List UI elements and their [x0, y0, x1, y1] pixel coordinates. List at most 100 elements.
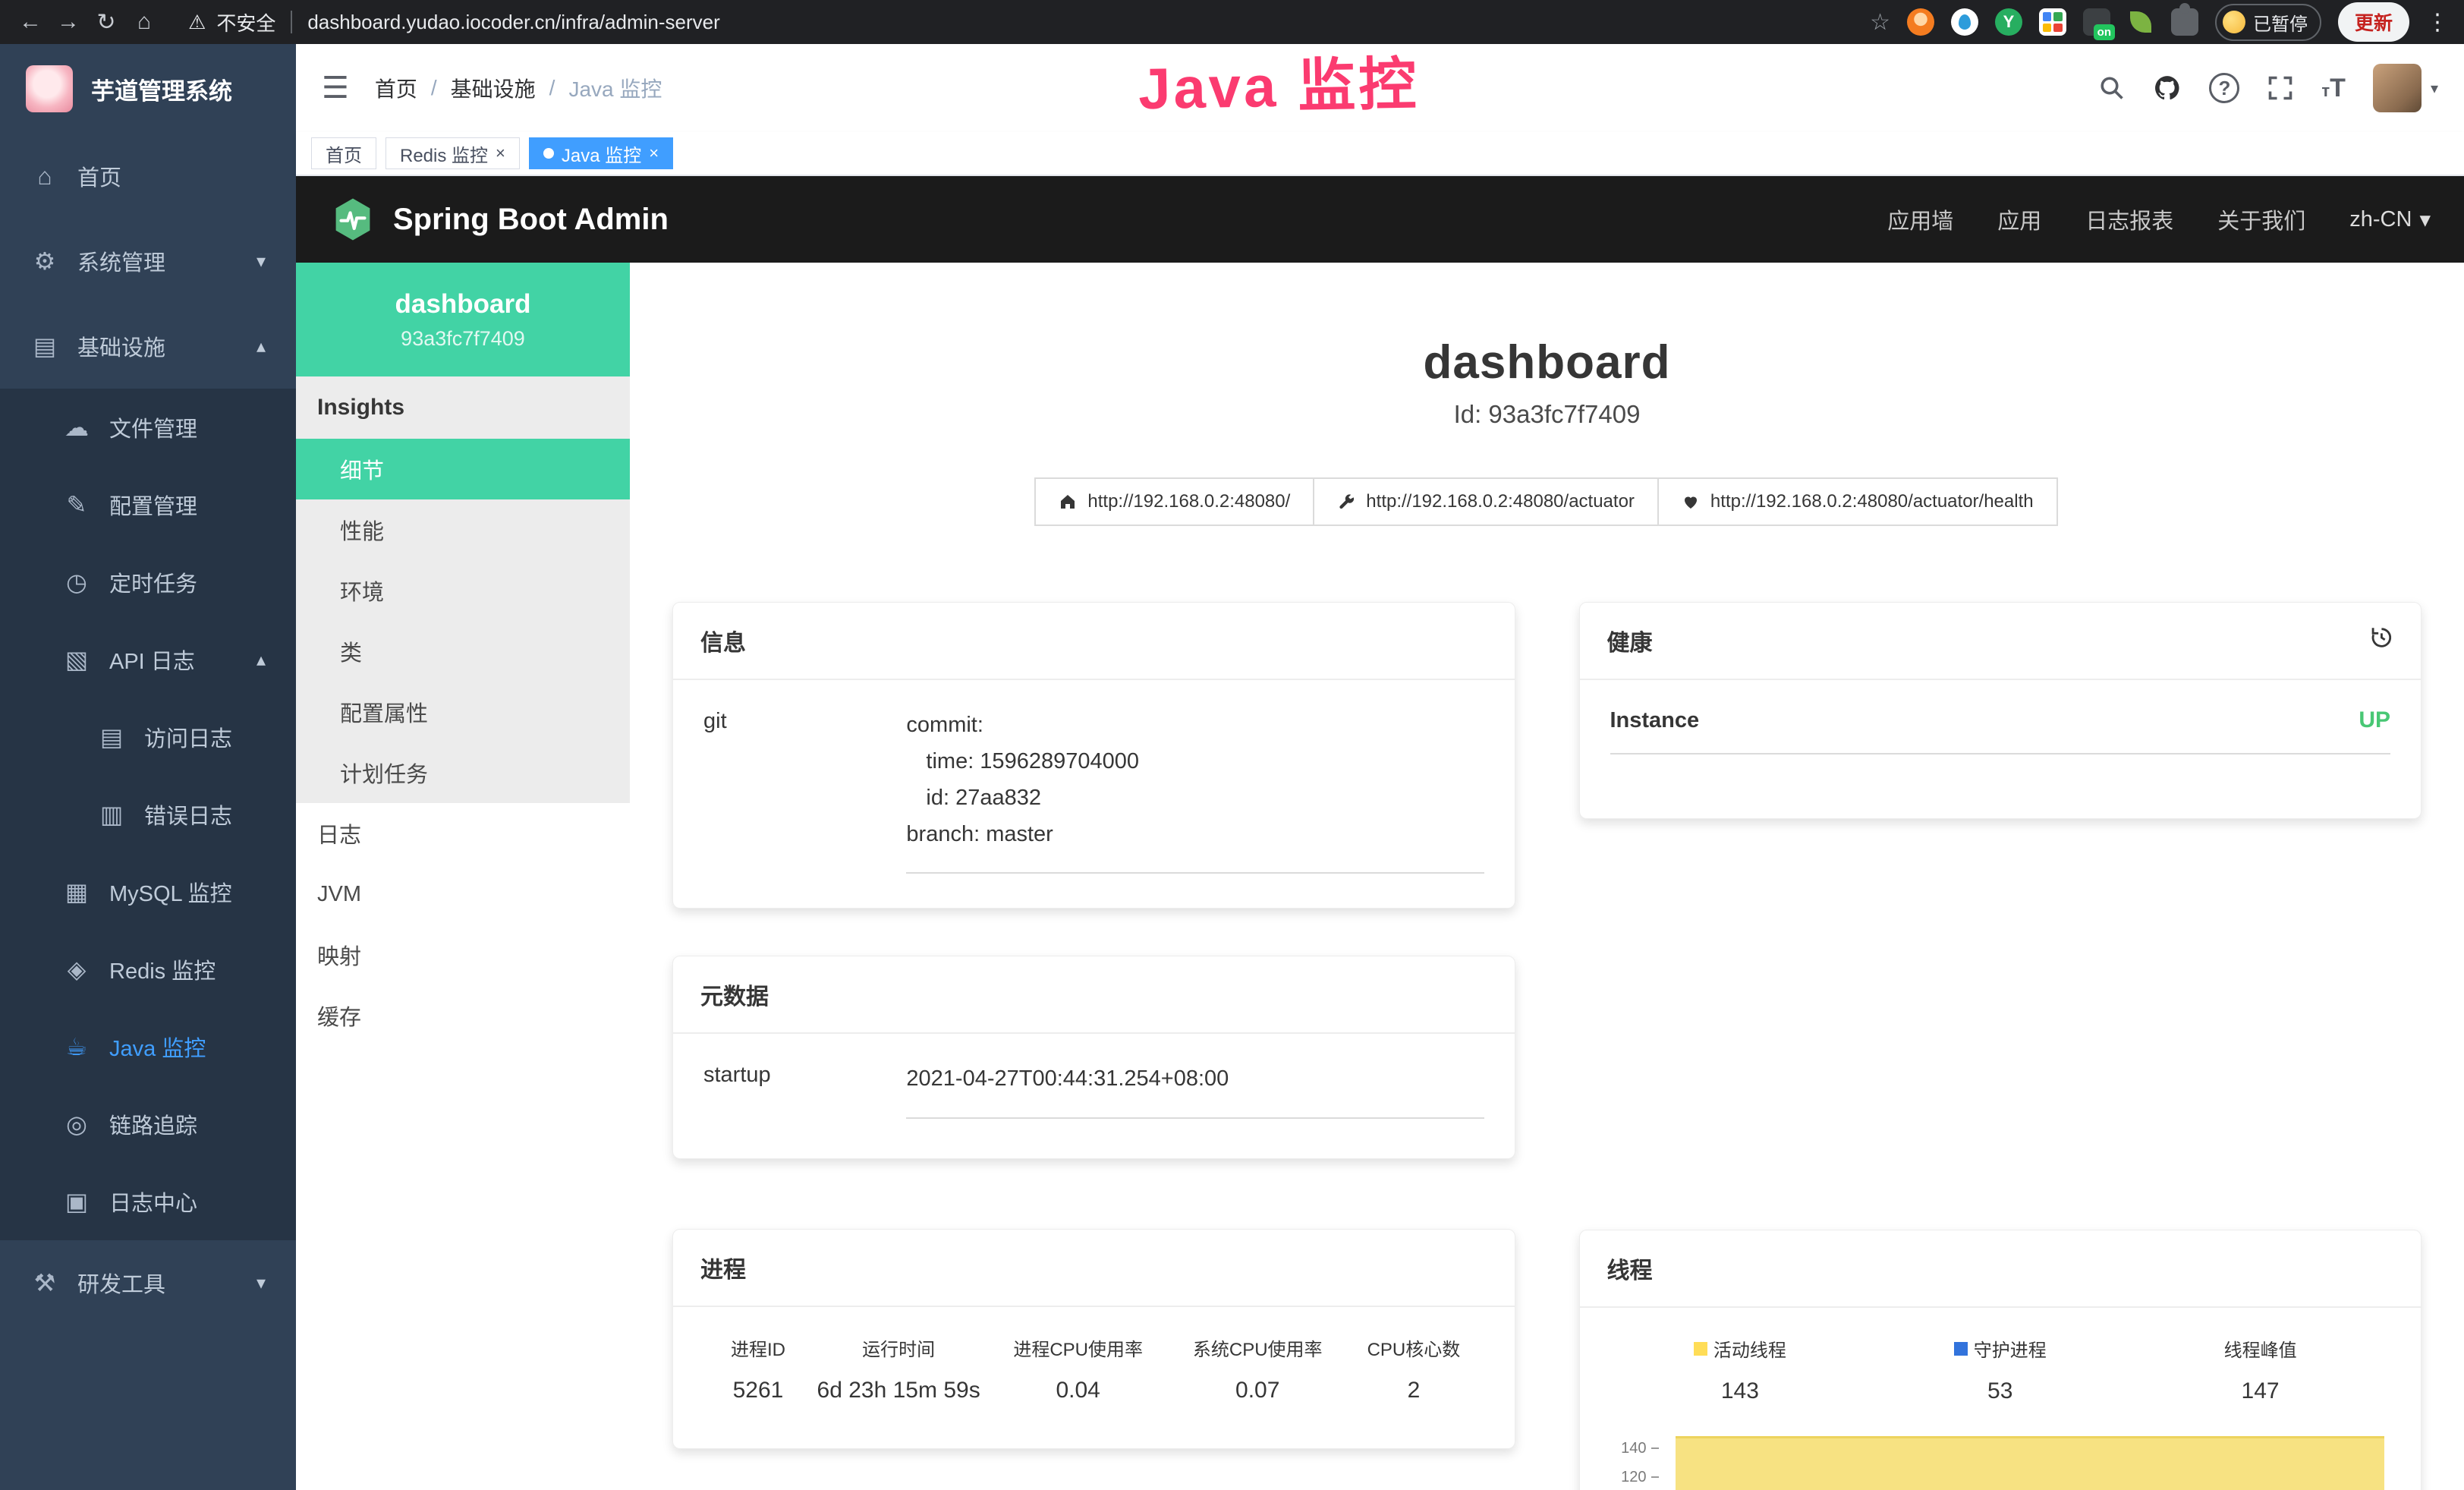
- forward-icon[interactable]: →: [52, 9, 85, 35]
- sidebar-brand[interactable]: 芋道管理系统: [0, 44, 296, 134]
- sba-item-metrics[interactable]: 性能: [296, 499, 630, 560]
- wrench-icon: [1337, 493, 1355, 511]
- breadcrumb-infra[interactable]: 基础设施: [451, 73, 536, 103]
- leaf-extension-icon[interactable]: [2127, 8, 2154, 36]
- puzzle-extension-icon[interactable]: [2171, 8, 2198, 36]
- card-title: 进程: [700, 1251, 746, 1284]
- sba-item-jvm[interactable]: JVM: [296, 864, 630, 925]
- gear-icon: ⚙: [30, 247, 59, 276]
- sidebar-item-home[interactable]: ⌂ 首页: [0, 134, 296, 219]
- update-button[interactable]: 更新: [2338, 2, 2409, 42]
- bookmark-star-icon[interactable]: ☆: [1870, 9, 1890, 36]
- sba-item-details[interactable]: 细节: [296, 439, 630, 499]
- sidebar-item-accesslog[interactable]: ▤ 访问日志: [0, 698, 296, 776]
- sidebar-item-logcenter[interactable]: ▣ 日志中心: [0, 1163, 296, 1240]
- breadcrumb-home[interactable]: 首页: [375, 73, 417, 103]
- sba-nav-wall[interactable]: 应用墙: [1887, 203, 1953, 235]
- sidebar-item-trace[interactable]: ◎ 链路追踪: [0, 1085, 296, 1163]
- daemon-threads-swatch: [1954, 1342, 1968, 1356]
- browser-chrome: ← → ↻ ⌂ ⚠ 不安全 dashboard.yudao.iocoder.cn…: [0, 0, 2464, 44]
- sba-item-caches[interactable]: 缓存: [296, 985, 630, 1046]
- sba-group-label: Insights: [296, 376, 630, 439]
- sidebar-item-redis[interactable]: ◈ Redis 监控: [0, 931, 296, 1008]
- tab-java-monitor[interactable]: Java 监控 ×: [529, 137, 673, 169]
- system-cpu: 0.07: [1172, 1378, 1343, 1403]
- sba-brand[interactable]: Spring Boot Admin: [329, 196, 669, 243]
- green-extension-icon[interactable]: Y: [1995, 8, 2022, 36]
- breadcrumb-separator: /: [549, 76, 555, 100]
- sba-item-classes[interactable]: 类: [296, 621, 630, 682]
- sba-nav-applications[interactable]: 应用: [1997, 203, 2041, 235]
- info-key: git: [703, 707, 906, 874]
- sidebar-item-apilog[interactable]: ▧ API 日志 ▴: [0, 621, 296, 698]
- hamburger-icon[interactable]: ☰: [322, 71, 349, 106]
- active-dot: [543, 148, 554, 159]
- sidebar-item-config[interactable]: ✎ 配置管理: [0, 466, 296, 543]
- main-column: ☰ 首页 / 基础设施 / Java 监控 ?: [296, 44, 2464, 1490]
- help-icon[interactable]: ?: [2209, 73, 2239, 103]
- health-url-link[interactable]: http://192.168.0.2:48080/actuator/health: [1657, 477, 2058, 526]
- drop-extension-icon[interactable]: [1951, 8, 1978, 36]
- tab-label: 首页: [326, 140, 362, 167]
- fullscreen-icon[interactable]: [2267, 74, 2294, 102]
- coffee-icon: ☕: [62, 1032, 91, 1061]
- refresh-icon[interactable]: ↻: [90, 9, 123, 36]
- monitor-icon: ▤: [30, 332, 59, 361]
- instance-links: http://192.168.0.2:48080/ http://192.168…: [672, 477, 2422, 526]
- sidebar-item-devtools[interactable]: ⚒ 研发工具 ▾: [0, 1240, 296, 1325]
- tab-home[interactable]: 首页: [311, 137, 376, 169]
- sba-app-header[interactable]: dashboard 93a3fc7f7409: [296, 263, 630, 376]
- sidebar-item-java[interactable]: ☕ Java 监控: [0, 1008, 296, 1085]
- breadcrumb-separator: /: [431, 76, 437, 100]
- active-threads-swatch: [1694, 1342, 1707, 1356]
- sba-item-scheduled-tasks[interactable]: 计划任务: [296, 742, 630, 803]
- chevron-down-icon: ▾: [2419, 206, 2431, 233]
- sidebar-item-job[interactable]: ◷ 定时任务: [0, 543, 296, 621]
- close-icon[interactable]: ×: [649, 143, 659, 163]
- grid-extension-icon[interactable]: [2039, 8, 2066, 36]
- sba-insights-group: Insights 细节 性能 环境 类 配置属性 计划任务: [296, 376, 630, 803]
- close-icon[interactable]: ×: [496, 143, 505, 163]
- status-badge: UP: [2359, 707, 2390, 733]
- user-menu[interactable]: ▾: [2373, 64, 2438, 112]
- tab-redis-monitor[interactable]: Redis 监控 ×: [385, 137, 520, 169]
- sba-nav-about[interactable]: 关于我们: [2217, 203, 2305, 235]
- sidebar-item-label: 定时任务: [109, 566, 197, 598]
- sidebar-item-file[interactable]: ☁ 文件管理: [0, 389, 296, 466]
- sidebar-item-label: 链路追踪: [109, 1108, 197, 1140]
- browser-menu-icon[interactable]: ⋮: [2426, 9, 2450, 36]
- actuator-url-link[interactable]: http://192.168.0.2:48080/actuator: [1313, 477, 1659, 526]
- yudao-logo: [26, 65, 73, 112]
- sidebar-item-infra[interactable]: ▤ 基础设施 ▴: [0, 304, 296, 389]
- page-subtitle: Id: 93a3fc7f7409: [672, 400, 2422, 429]
- sidebar-item-mysql[interactable]: ▦ MySQL 监控: [0, 853, 296, 931]
- browser-home-icon[interactable]: ⌂: [127, 9, 161, 35]
- tab-label: Java 监控: [562, 140, 641, 167]
- back-icon[interactable]: ←: [14, 9, 47, 35]
- security-label[interactable]: 不安全: [216, 8, 275, 36]
- fox-extension-icon[interactable]: [1907, 8, 1934, 36]
- screen: ← → ↻ ⌂ ⚠ 不安全 dashboard.yudao.iocoder.cn…: [0, 0, 2464, 1490]
- search-icon[interactable]: [2098, 74, 2126, 102]
- address-bar[interactable]: ⚠ 不安全 dashboard.yudao.iocoder.cn/infra/a…: [188, 8, 1865, 36]
- sidebar-item-errorlog[interactable]: ▥ 错误日志: [0, 776, 296, 853]
- breadcrumb: 首页 / 基础设施 / Java 监控: [375, 73, 662, 103]
- service-url-link[interactable]: http://192.168.0.2:48080/: [1034, 477, 1314, 526]
- sba-nav-journal[interactable]: 日志报表: [2085, 203, 2173, 235]
- paused-badge[interactable]: 已暂停: [2215, 4, 2321, 41]
- history-icon[interactable]: [2368, 625, 2393, 657]
- sidebar-item-system[interactable]: ⚙ 系统管理 ▾: [0, 219, 296, 304]
- sba-item-config-props[interactable]: 配置属性: [296, 682, 630, 742]
- home-icon: ⌂: [30, 162, 59, 191]
- locale-select[interactable]: zh-CN ▾: [2349, 206, 2431, 233]
- font-size-icon[interactable]: тT: [2321, 74, 2346, 103]
- url-text[interactable]: dashboard.yudao.iocoder.cn/infra/admin-s…: [307, 11, 719, 34]
- sba-item-logs[interactable]: 日志: [296, 803, 630, 864]
- sba-item-environment[interactable]: 环境: [296, 560, 630, 621]
- sba-item-mappings[interactable]: 映射: [296, 925, 630, 985]
- info-value: commit: time: 1596289704000 id: 27aa832 …: [906, 707, 1484, 874]
- document-icon: ▤: [97, 723, 126, 751]
- github-icon[interactable]: [2153, 74, 2182, 102]
- card-title: 线程: [1607, 1252, 1653, 1285]
- proxy-switch-extension-icon[interactable]: on: [2083, 8, 2110, 36]
